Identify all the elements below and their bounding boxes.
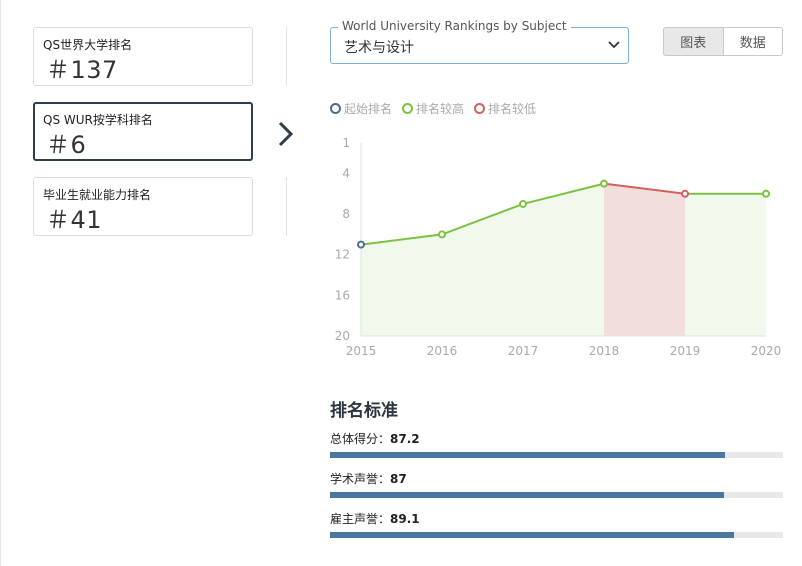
rank-card-employability[interactable]: 毕业生就业能力排名 ＃41 (33, 177, 253, 236)
legend-dot-lower (474, 103, 486, 114)
rank-card-value: ＃6 (46, 131, 87, 159)
legend-label-start: 起始排名 (344, 102, 393, 116)
rank-card-world[interactable]: QS世界大学排名 ＃137 (33, 27, 253, 86)
chart-x-tick-label: 2015 (346, 344, 377, 358)
criterion-label: 总体得分： (330, 432, 391, 446)
subject-select-legend: World University Rankings by Subject (338, 19, 571, 33)
chart-point (357, 240, 365, 249)
chart-area-segment (442, 203, 523, 336)
criterion-bar (330, 452, 783, 458)
chart-x-tick-label: 2019 (670, 344, 701, 358)
criterion-bar-fill (330, 452, 726, 458)
chart-view-button[interactable]: 图表 (663, 27, 724, 56)
criterion-bar-fill (330, 492, 725, 498)
criterion-bar (330, 492, 783, 498)
criterion-academic: 学术声誉：87 (330, 470, 407, 487)
legend-item-lower: 排名较低 (474, 100, 536, 117)
criteria-title: 排名标准 (330, 401, 398, 421)
divider (286, 177, 287, 236)
chart-x-tick-label: 2020 (751, 344, 782, 358)
chart-y-tick-label: 20 (335, 329, 350, 343)
criterion-label: 学术声誉： (330, 472, 391, 486)
legend-label-higher: 排名较高 (416, 102, 465, 116)
left-border (0, 0, 1, 566)
rank-card-subject[interactable]: QS WUR按学科排名 ＃6 (33, 102, 253, 161)
criterion-employer: 雇主声誉：89.1 (330, 510, 420, 527)
chart-area-segment (361, 234, 442, 336)
chart-area-segment (523, 183, 604, 336)
chart-legend: 起始排名 排名较高 排名较低 (330, 100, 546, 117)
legend-dot-higher (402, 103, 414, 114)
criterion-bar (330, 532, 783, 538)
chart-x-tick-label: 2016 (427, 344, 458, 358)
criterion-value: 87 (390, 472, 407, 486)
criterion-label: 雇主声誉： (330, 512, 391, 526)
chart-point (681, 189, 689, 198)
rank-card-value: ＃137 (46, 56, 118, 84)
chevron-down-icon[interactable] (607, 40, 621, 50)
criterion-overall: 总体得分：87.2 (330, 430, 420, 447)
view-toggle: 图表 数据 (663, 27, 783, 56)
chart-y-tick-label: 16 (335, 288, 350, 302)
criterion-value: 87.2 (390, 432, 420, 446)
chart-area-segment (604, 183, 685, 336)
criterion-value: 89.1 (390, 512, 420, 526)
chart-point (438, 230, 446, 239)
rank-card-value: ＃41 (46, 206, 103, 234)
criterion-bar-fill (330, 532, 734, 538)
chart-y-tick-label: 1 (342, 136, 350, 150)
chart-x-tick-label: 2018 (589, 344, 620, 358)
chart-y-tick-label: 12 (335, 248, 350, 262)
divider (286, 27, 287, 86)
legend-item-start: 起始排名 (330, 100, 392, 117)
chart-point (519, 199, 527, 208)
legend-label-lower: 排名较低 (488, 102, 537, 116)
ranking-line-chart: 1 4 8 12 16 202015 2016 2017 2018 2019 2020 (335, 136, 782, 358)
chart-y-tick-label: 4 (342, 166, 350, 180)
data-view-button[interactable]: 数据 (723, 27, 783, 56)
legend-item-higher: 排名较高 (402, 100, 464, 117)
chart-point (600, 179, 608, 188)
subject-select-value: 艺术与设计 (344, 40, 414, 56)
chart-area-segment (685, 193, 766, 336)
legend-dot-start (330, 103, 341, 114)
chevron-right-icon (278, 121, 294, 147)
chart-y-tick-label: 8 (342, 207, 350, 221)
chart-x-tick-label: 2017 (508, 344, 539, 358)
chart-point (762, 189, 770, 198)
